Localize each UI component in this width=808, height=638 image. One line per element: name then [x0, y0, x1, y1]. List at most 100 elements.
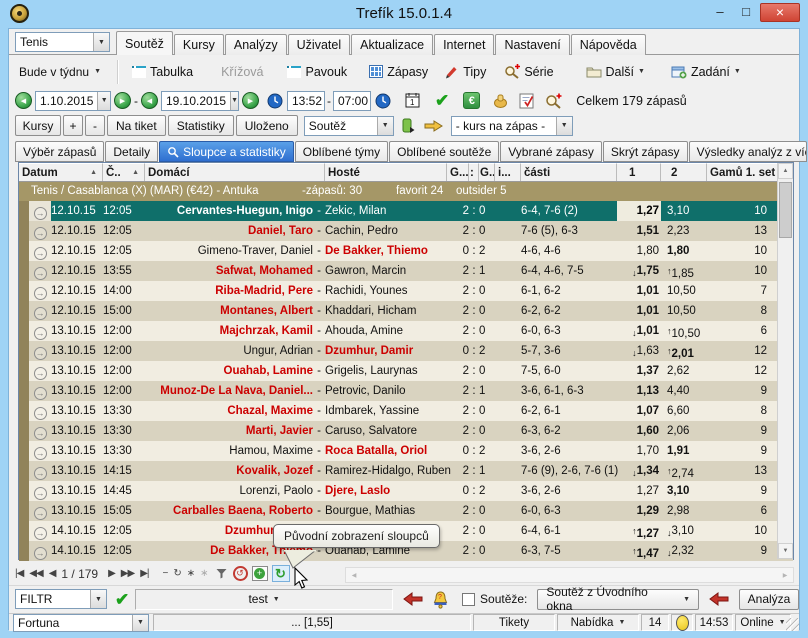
open-match-icon[interactable]: →: [34, 207, 47, 220]
open-match-icon[interactable]: →: [34, 287, 47, 300]
tabulka-button[interactable]: Tabulka: [125, 62, 200, 82]
chevron-down-icon[interactable]: ▼: [93, 33, 109, 51]
odds-type-select[interactable]: - kurs na zápas - ▼: [451, 116, 573, 136]
sport-selector[interactable]: Tenis ▼: [15, 32, 110, 52]
row-open-cell[interactable]: →: [29, 381, 51, 401]
pointing-hand-icon[interactable]: [424, 119, 443, 133]
lamp-icon[interactable]: [492, 93, 509, 109]
souteze-checkbox[interactable]: [462, 593, 475, 606]
nav-first-icon[interactable]: |◀: [15, 568, 23, 579]
red-arrow-left-icon[interactable]: [403, 592, 423, 606]
view-tab-8[interactable]: Výsledky analýz z více filtrů: [689, 141, 807, 162]
row-open-cell[interactable]: →: [29, 221, 51, 241]
open-match-icon[interactable]: →: [34, 507, 47, 520]
zapasy-button[interactable]: Zápasy: [362, 62, 435, 82]
date-to-prev-icon[interactable]: ◀: [141, 92, 158, 109]
view-tab-6[interactable]: Vybrané zápasy: [500, 141, 602, 162]
nav-rewind-icon[interactable]: ◀◀: [29, 568, 42, 579]
chevron-down-icon[interactable]: ▼: [230, 92, 238, 110]
euro-icon[interactable]: €: [463, 92, 480, 109]
table-row[interactable]: →13.10.1512:00Ungur, Adrian-Dzumhur, Dam…: [19, 341, 793, 361]
scrollbar-thumb[interactable]: [779, 182, 792, 238]
view-tab-3[interactable]: Sloupce a statistiky: [159, 141, 294, 162]
table-row[interactable]: →13.10.1512:00Majchrzak, Kamil-Ahouda, A…: [19, 321, 793, 341]
open-match-icon[interactable]: →: [34, 307, 47, 320]
minimize-button[interactable]: –: [708, 3, 732, 22]
maximize-button[interactable]: □: [734, 3, 758, 22]
row-open-cell[interactable]: →: [29, 461, 51, 481]
row-open-cell[interactable]: →: [29, 341, 51, 361]
table-row[interactable]: →13.10.1513:30Chazal, Maxime-Idmbarek, Y…: [19, 401, 793, 421]
row-open-cell[interactable]: →: [29, 541, 51, 561]
col-g2[interactable]: G...: [479, 163, 495, 181]
row-open-cell[interactable]: →: [29, 281, 51, 301]
row-open-cell[interactable]: →: [29, 261, 51, 281]
serie-button[interactable]: Série: [497, 61, 560, 82]
open-match-icon[interactable]: →: [34, 227, 47, 240]
table-row[interactable]: →13.10.1514:15Kovalik, Jozef-Ramirez-Hid…: [19, 461, 793, 481]
row-open-cell[interactable]: →: [29, 361, 51, 381]
col-hoste[interactable]: Hosté: [325, 163, 447, 181]
nav-prev-icon[interactable]: ◀: [49, 568, 56, 579]
table-row[interactable]: →13.10.1512:00Ouahab, Lamine-Grigelis, L…: [19, 361, 793, 381]
col-g1[interactable]: G...: [447, 163, 469, 181]
menu-tab-kursy[interactable]: Kursy: [174, 34, 224, 55]
view-tab-5[interactable]: Oblíbené soutěže: [389, 141, 499, 162]
nav-forward-icon[interactable]: ▶▶: [121, 568, 134, 579]
na-tiket-button[interactable]: Na tiket: [107, 115, 166, 136]
bookmaker-select[interactable]: Fortuna ▼: [13, 614, 149, 632]
open-match-icon[interactable]: →: [34, 467, 47, 480]
resize-grip[interactable]: [786, 618, 799, 631]
col-casti[interactable]: části: [521, 163, 617, 181]
menu-tab-aktualizace[interactable]: Aktualizace: [351, 34, 433, 55]
nav-star-icon[interactable]: ∗: [187, 568, 194, 579]
view-tab-1[interactable]: Výběr zápasů: [15, 141, 104, 162]
online-dropdown[interactable]: Online ▼: [735, 614, 791, 631]
row-open-cell[interactable]: →: [29, 241, 51, 261]
time-from-field[interactable]: 13:52: [287, 91, 325, 111]
col-cas[interactable]: Č..▲: [103, 163, 145, 181]
row-open-cell[interactable]: →: [29, 301, 51, 321]
nav-last-icon[interactable]: ▶|: [140, 568, 148, 579]
table-row[interactable]: →12.10.1512:05Daniel, Taro-Cachin, Pedro…: [19, 221, 793, 241]
statistiky-button[interactable]: Statistiky: [168, 115, 234, 136]
row-open-cell[interactable]: →: [29, 501, 51, 521]
col-datum[interactable]: Datum▲: [19, 163, 103, 181]
open-match-icon[interactable]: →: [34, 547, 47, 560]
tikety-panel[interactable]: Tikety: [473, 614, 555, 631]
chevron-down-icon[interactable]: ▼: [90, 590, 106, 608]
col-gamu[interactable]: Gamů 1. set: [707, 163, 777, 181]
competition-source-button[interactable]: Soutěž z Úvodního okna ▼: [537, 589, 699, 610]
tipy-button[interactable]: Tipy: [437, 61, 493, 82]
open-match-icon[interactable]: →: [34, 347, 47, 360]
horizontal-scrollbar[interactable]: ◀ ▶: [345, 567, 794, 583]
close-button[interactable]: ×: [760, 3, 800, 22]
period-selector[interactable]: Bude v týdnu ▼: [13, 62, 107, 82]
date-to-next-icon[interactable]: ▶: [242, 92, 259, 109]
date-from-prev-icon[interactable]: ◀: [15, 92, 32, 109]
nav-next-icon[interactable]: ▶: [108, 568, 115, 579]
table-row[interactable]: →13.10.1513:30Marti, Javier-Caruso, Salv…: [19, 421, 793, 441]
ulozeno-button[interactable]: Uloženo: [236, 115, 298, 136]
open-match-icon[interactable]: →: [34, 267, 47, 280]
menu-tab-nastavení[interactable]: Nastavení: [495, 34, 569, 55]
zadani-button[interactable]: Zadání ▼: [664, 62, 748, 82]
chevron-down-icon[interactable]: ▼: [556, 117, 572, 135]
chevron-down-icon[interactable]: ▼: [377, 117, 393, 135]
table-row[interactable]: →13.10.1512:00Munoz-De La Nava, Daniel..…: [19, 381, 793, 401]
apply-check-icon[interactable]: ✔: [435, 92, 449, 109]
vertical-scrollbar[interactable]: ▲ ▼: [777, 163, 793, 559]
row-open-cell[interactable]: →: [29, 441, 51, 461]
col-domaci[interactable]: Domácí: [145, 163, 325, 181]
row-open-cell[interactable]: →: [29, 481, 51, 501]
table-row[interactable]: →12.10.1512:05Gimeno-Traver, Daniel-De B…: [19, 241, 793, 261]
chevron-down-icon[interactable]: ▼: [132, 615, 148, 631]
calendar-icon[interactable]: 1: [405, 92, 421, 109]
view-tab-7[interactable]: Skrýt zápasy: [603, 141, 688, 162]
bell-icon[interactable]: ?: [431, 590, 450, 609]
open-match-icon[interactable]: →: [34, 487, 47, 500]
table-row[interactable]: →12.10.1515:00Montanes, Albert-Khaddari,…: [19, 301, 793, 321]
form-check-icon[interactable]: [519, 93, 535, 109]
view-tab-2[interactable]: Detaily: [105, 141, 158, 162]
col-i[interactable]: i...: [495, 163, 521, 181]
